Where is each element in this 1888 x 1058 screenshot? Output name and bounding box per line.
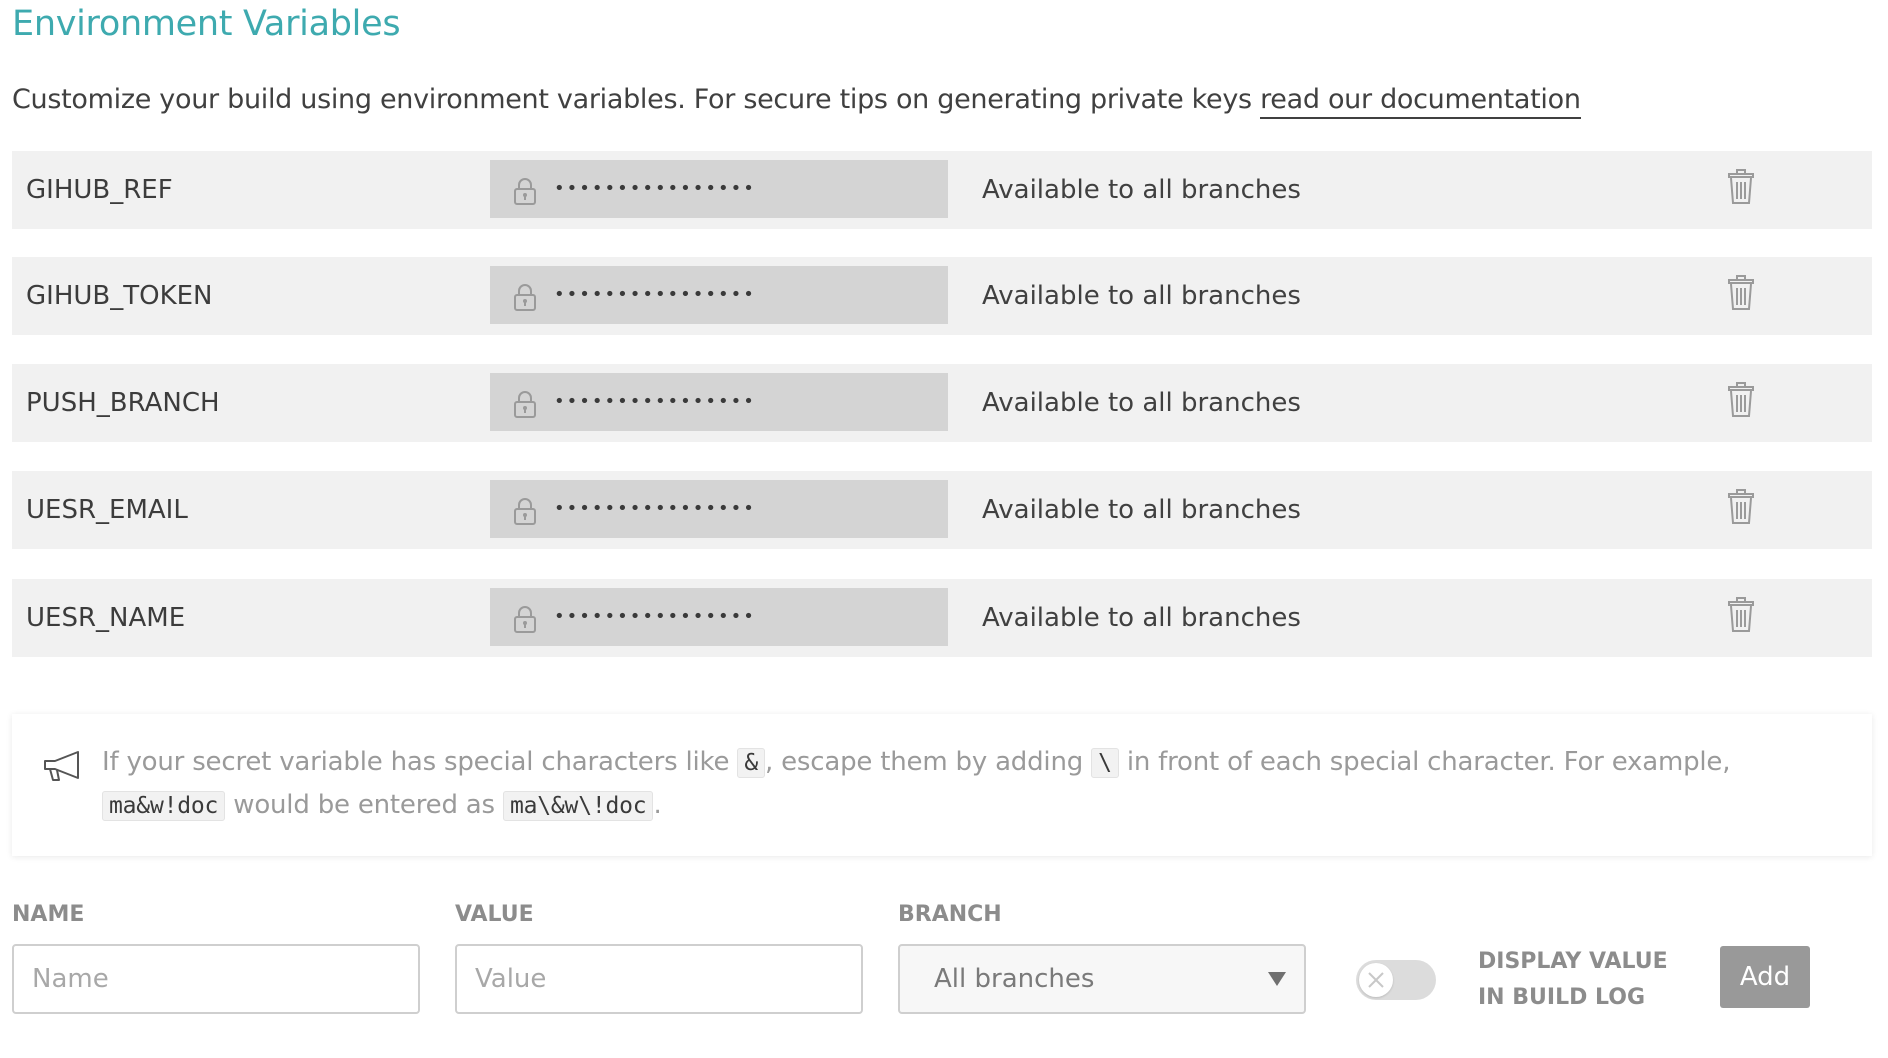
intro-text: Customize your build using environment v…: [12, 84, 1581, 119]
env-var-name: PUSH_BRANCH: [26, 388, 220, 418]
note-text-part: in front of each special character. For …: [1118, 747, 1731, 777]
trash-icon[interactable]: [1727, 169, 1755, 205]
env-var-row: UESR_EMAIL •••••••••••••••• Available to…: [12, 471, 1872, 549]
intro-text-body: Customize your build using environment v…: [12, 84, 1261, 115]
toggle-knob: [1359, 963, 1393, 997]
masked-value-dots: ••••••••••••••••: [554, 606, 756, 627]
env-var-scope: Available to all branches: [982, 388, 1301, 418]
note-text: If your secret variable has special char…: [102, 741, 1842, 827]
env-var-masked-value: ••••••••••••••••: [490, 373, 948, 431]
close-icon: [1368, 972, 1384, 988]
name-field-label: NAME: [12, 902, 85, 927]
env-var-scope: Available to all branches: [982, 603, 1301, 633]
branch-select-value: All branches: [934, 964, 1095, 994]
env-var-name: UESR_NAME: [26, 603, 186, 633]
value-field-label: VALUE: [455, 902, 534, 927]
lock-icon: [514, 606, 536, 633]
lock-icon: [514, 391, 536, 418]
env-var-row: GIHUB_REF •••••••••••••••• Available to …: [12, 151, 1872, 229]
env-var-row: GIHUB_TOKEN •••••••••••••••• Available t…: [12, 257, 1872, 335]
masked-value-dots: ••••••••••••••••: [554, 284, 756, 305]
env-var-scope: Available to all branches: [982, 495, 1301, 525]
code-ampersand: &: [737, 748, 765, 778]
env-var-masked-value: ••••••••••••••••: [490, 160, 948, 218]
env-var-name: GIHUB_REF: [26, 175, 173, 205]
lock-icon: [514, 284, 536, 311]
branch-select[interactable]: All branches: [898, 944, 1306, 1014]
lock-icon: [514, 498, 536, 525]
special-characters-note: If your secret variable has special char…: [12, 714, 1872, 856]
chevron-down-icon: [1268, 972, 1286, 986]
add-button[interactable]: Add: [1720, 946, 1810, 1008]
env-var-row: UESR_NAME •••••••••••••••• Available to …: [12, 579, 1872, 657]
code-backslash: \: [1091, 748, 1119, 778]
env-var-name: GIHUB_TOKEN: [26, 281, 213, 311]
documentation-link[interactable]: read our documentation: [1260, 84, 1581, 119]
env-var-name: UESR_EMAIL: [26, 495, 188, 525]
display-value-toggle[interactable]: [1356, 960, 1436, 1000]
trash-icon[interactable]: [1727, 275, 1755, 311]
value-input[interactable]: [455, 944, 863, 1014]
note-text-part: .: [653, 790, 662, 820]
section-title: Environment Variables: [12, 4, 401, 44]
trash-icon[interactable]: [1727, 489, 1755, 525]
lock-icon: [514, 178, 536, 205]
name-input[interactable]: [12, 944, 420, 1014]
env-var-scope: Available to all branches: [982, 175, 1301, 205]
megaphone-icon: [44, 751, 79, 781]
masked-value-dots: ••••••••••••••••: [554, 391, 756, 412]
env-var-masked-value: ••••••••••••••••: [490, 266, 948, 324]
note-text-part: would be entered as: [225, 790, 503, 820]
env-var-row: PUSH_BRANCH •••••••••••••••• Available t…: [12, 364, 1872, 442]
trash-icon[interactable]: [1727, 382, 1755, 418]
masked-value-dots: ••••••••••••••••: [554, 498, 756, 519]
note-text-part: If your secret variable has special char…: [102, 747, 738, 777]
trash-icon[interactable]: [1727, 597, 1755, 633]
env-var-masked-value: ••••••••••••••••: [490, 588, 948, 646]
code-example-escaped: ma\&w\!doc: [502, 791, 654, 821]
env-vars-settings: Environment Variables Customize your bui…: [0, 0, 1888, 1058]
env-var-masked-value: ••••••••••••••••: [490, 480, 948, 538]
env-var-scope: Available to all branches: [982, 281, 1301, 311]
masked-value-dots: ••••••••••••••••: [554, 178, 756, 199]
branch-field-label: BRANCH: [898, 902, 1002, 927]
note-text-part: , escape them by adding: [765, 747, 1092, 777]
code-example-raw: ma&w!doc: [102, 791, 226, 821]
display-value-label: DISPLAY VALUE IN BUILD LOG: [1478, 949, 1668, 1010]
